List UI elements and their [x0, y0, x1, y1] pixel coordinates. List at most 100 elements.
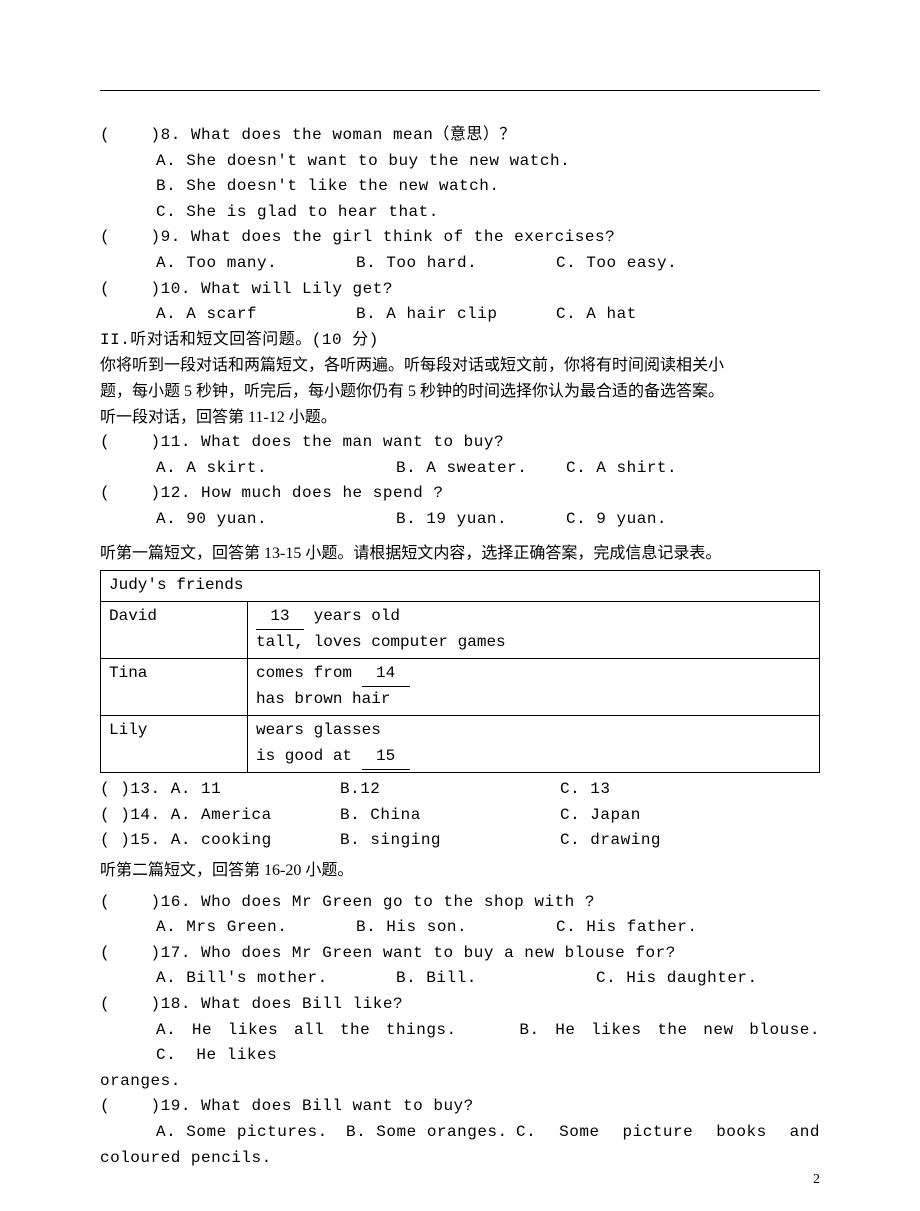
- question-14: ( )14. A. America B. China C. Japan: [100, 803, 820, 829]
- q9-text: What does the girl think of the exercise…: [191, 228, 615, 246]
- q16-text: Who does Mr Green go to the shop with ?: [201, 893, 595, 911]
- section-ii-instruction-2: 题，每小题 5 秒钟，听完后，每小题你仍有 5 秒钟的时间选择你认为最合适的备选…: [100, 379, 820, 405]
- page: ( )8. What does the woman mean（意思）？ A. S…: [0, 0, 920, 1211]
- david-desc: 13 years old tall, loves computer games: [248, 601, 820, 658]
- q14-prefix: ( )14.: [100, 806, 171, 824]
- q15-prefix: ( )15.: [100, 831, 171, 849]
- q9-prefix: ( )9.: [100, 228, 191, 246]
- q19-option-c: C. Some picture books and: [516, 1120, 820, 1146]
- q19-prefix: ( )19.: [100, 1097, 201, 1115]
- q19-options: A. Some pictures. B. Some oranges. C. So…: [100, 1120, 820, 1146]
- lily-desc: wears glasses is good at 15: [248, 716, 820, 773]
- q9-option-c: C. Too easy.: [556, 251, 820, 277]
- table-header: Judy's friends: [101, 571, 820, 602]
- q19-c-0: C.: [516, 1120, 536, 1146]
- blank-15[interactable]: 15: [362, 744, 410, 771]
- q14-c: C. Japan: [560, 803, 641, 829]
- tina-line2: has brown hair: [256, 690, 390, 708]
- friend-tina: Tina: [101, 658, 248, 715]
- q11-text: What does the man want to buy?: [201, 433, 504, 451]
- david-line1-post: years old: [304, 607, 400, 625]
- q17-prefix: ( )17.: [100, 944, 201, 962]
- section-ii-instruction-1: 你将听到一段对话和两篇短文，各听两遍。听每段对话或短文前，你将有时间阅读相关小: [100, 353, 820, 379]
- q10-option-a: A. A scarf: [156, 302, 356, 328]
- question-19: ( )19. What does Bill want to buy?: [100, 1094, 820, 1120]
- question-10: ( )10. What will Lily get?: [100, 277, 820, 303]
- q11-prefix: ( )11.: [100, 433, 201, 451]
- tina-line1-pre: comes from: [256, 664, 362, 682]
- q17-options: A. Bill's mother. B. Bill. C. His daught…: [100, 966, 820, 992]
- q14-b: B. China: [340, 803, 560, 829]
- q10-option-c: C. A hat: [556, 302, 820, 328]
- header-rule: [100, 90, 820, 91]
- q13-prefix: ( )13.: [100, 780, 171, 798]
- q13-c: C. 13: [560, 777, 611, 803]
- dialog-instruction: 听一段对话，回答第 11-12 小题。: [100, 405, 820, 431]
- q17-option-c: C. His daughter.: [596, 966, 758, 992]
- question-9: ( )9. What does the girl think of the ex…: [100, 225, 820, 251]
- section-ii-title: II.听对话和短文回答问题。(10 分): [100, 328, 820, 354]
- q13-b: B.12: [340, 777, 560, 803]
- q10-prefix: ( )10.: [100, 280, 201, 298]
- q12-options: A. 90 yuan. B. 19 yuan. C. 9 yuan.: [100, 507, 820, 533]
- question-17: ( )17. Who does Mr Green want to buy a n…: [100, 941, 820, 967]
- q8-prefix: ( )8.: [100, 126, 191, 144]
- question-16: ( )16. Who does Mr Green go to the shop …: [100, 890, 820, 916]
- q15-c: C. drawing: [560, 828, 661, 854]
- passage-2-instruction: 听第二篇短文，回答第 16-20 小题。: [100, 858, 820, 884]
- q16-prefix: ( )16.: [100, 893, 201, 911]
- q19-tail: coloured pencils.: [100, 1146, 820, 1172]
- q17-text: Who does Mr Green want to buy a new blou…: [201, 944, 676, 962]
- q18-tail: oranges.: [100, 1069, 820, 1095]
- question-13: ( )13. A. 11 B.12 C. 13: [100, 777, 820, 803]
- q12-prefix: ( )12.: [100, 484, 201, 502]
- q10-options: A. A scarf B. A hair clip C. A hat: [100, 302, 820, 328]
- q17-option-a: A. Bill's mother.: [156, 966, 396, 992]
- q18-prefix: ( )18.: [100, 995, 201, 1013]
- question-18: ( )18. What does Bill like?: [100, 992, 820, 1018]
- friend-david: David: [101, 601, 248, 658]
- q11-option-a: A. A skirt.: [156, 456, 396, 482]
- blank-13[interactable]: 13: [256, 604, 304, 631]
- q13-a: A. 11: [171, 780, 222, 798]
- q8-option-a: A. She doesn't want to buy the new watch…: [100, 149, 820, 175]
- q10-option-b: B. A hair clip: [356, 302, 556, 328]
- q16-options: A. Mrs Green. B. His son. C. His father.: [100, 915, 820, 941]
- table-row-lily: Lily wears glasses is good at 15: [101, 716, 820, 773]
- friend-lily: Lily: [101, 716, 248, 773]
- q12-option-a: A. 90 yuan.: [156, 507, 396, 533]
- q12-option-b: B. 19 yuan.: [396, 507, 566, 533]
- question-11: ( )11. What does the man want to buy?: [100, 430, 820, 456]
- table-header-row: Judy's friends: [101, 571, 820, 602]
- q14-a: A. America: [171, 806, 272, 824]
- q12-text: How much does he spend ?: [201, 484, 443, 502]
- q11-option-c: C. A shirt.: [566, 456, 820, 482]
- q8-text: What does the woman mean（意思）？: [191, 126, 516, 144]
- q19-c-3: books: [716, 1120, 767, 1146]
- q15-b: B. singing: [340, 828, 560, 854]
- q11-option-b: B. A sweater.: [396, 456, 566, 482]
- q16-option-b: B. His son.: [356, 915, 556, 941]
- q15-a: A. cooking: [171, 831, 272, 849]
- question-15: ( )15. A. cooking B. singing C. drawing: [100, 828, 820, 854]
- page-number: 2: [813, 1169, 820, 1191]
- blank-14[interactable]: 14: [362, 661, 410, 688]
- q9-option-a: A. Too many.: [156, 251, 356, 277]
- q19-c-1: Some: [559, 1120, 599, 1146]
- lily-line1: wears glasses: [256, 721, 381, 739]
- q19-option-a: A. Some pictures.: [156, 1120, 346, 1146]
- q11-options: A. A skirt. B. A sweater. C. A shirt.: [100, 456, 820, 482]
- q9-options: A. Too many. B. Too hard. C. Too easy.: [100, 251, 820, 277]
- question-8: ( )8. What does the woman mean（意思）？: [100, 123, 820, 149]
- question-12: ( )12. How much does he spend ?: [100, 481, 820, 507]
- q17-option-b: B. Bill.: [396, 966, 596, 992]
- q8-option-b: B. She doesn't like the new watch.: [100, 174, 820, 200]
- q18-options: A. He likes all the things. B. He likes …: [100, 1018, 820, 1069]
- tina-desc: comes from 14 has brown hair: [248, 658, 820, 715]
- q16-option-a: A. Mrs Green.: [156, 915, 356, 941]
- q19-c-2: picture: [623, 1120, 694, 1146]
- q19-option-b: B. Some oranges.: [346, 1120, 516, 1146]
- q9-option-b: B. Too hard.: [356, 251, 556, 277]
- q12-option-c: C. 9 yuan.: [566, 507, 820, 533]
- q18-text: What does Bill like?: [201, 995, 403, 1013]
